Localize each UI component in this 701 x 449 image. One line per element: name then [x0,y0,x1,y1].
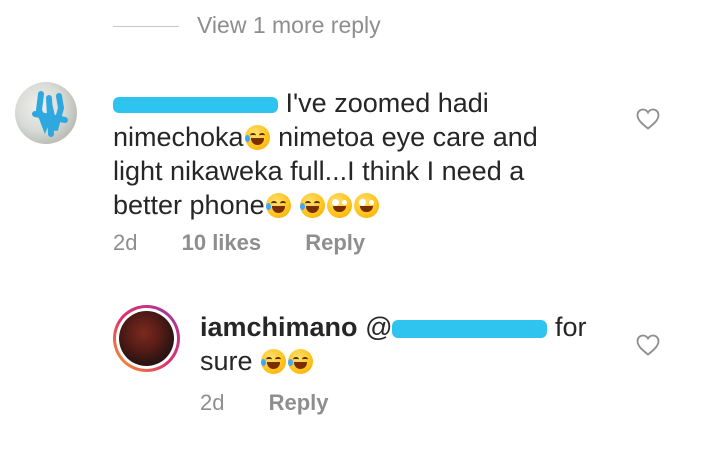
avatar-photo [119,311,174,366]
comment-line: light nikaweka full...I think I need a [113,156,525,186]
reply-line: for [547,312,587,342]
zany-face-emoji-icon [354,193,380,218]
comment-timestamp: 2d [113,230,138,255]
redacted-mention[interactable] [392,319,548,338]
comment-meta: 2d 10 likes Reply [113,230,365,256]
reply-button[interactable]: Reply [269,390,329,415]
reply-text: iamchimano @ for sure [200,310,600,378]
laughing-emoji-icon [265,193,291,218]
avatar[interactable] [113,305,180,372]
avatar[interactable] [15,82,77,144]
zany-face-emoji-icon [327,193,353,218]
reply-line: sure [200,346,253,376]
comment-line: nimechoka [113,122,244,152]
like-heart-icon[interactable] [636,334,660,356]
laughing-emoji-icon [244,125,270,150]
like-heart-icon[interactable] [636,108,660,130]
reply-timestamp: 2d [200,390,225,415]
reply-button[interactable]: Reply [305,230,365,255]
comment-line: nimetoa eye care and [270,122,538,152]
comment-text: I've zoomed hadi nimechoka nimetoa eye c… [113,86,583,222]
comment-line: better phone [113,190,265,220]
comment-line: I've zoomed hadi [285,88,489,118]
likes-count[interactable]: 10 likes [182,230,262,255]
laughing-emoji-icon [300,193,326,218]
mention-at: @ [365,312,393,342]
reply-thread-divider [113,26,179,27]
laughing-emoji-icon [288,349,314,374]
laughing-emoji-icon [261,349,287,374]
redacted-username[interactable] [113,96,278,113]
avatar-redaction-scribble [32,91,68,137]
view-more-replies-button[interactable]: View 1 more reply [197,12,381,39]
reply-meta: 2d Reply [200,390,329,416]
username-link[interactable]: iamchimano [200,312,358,342]
